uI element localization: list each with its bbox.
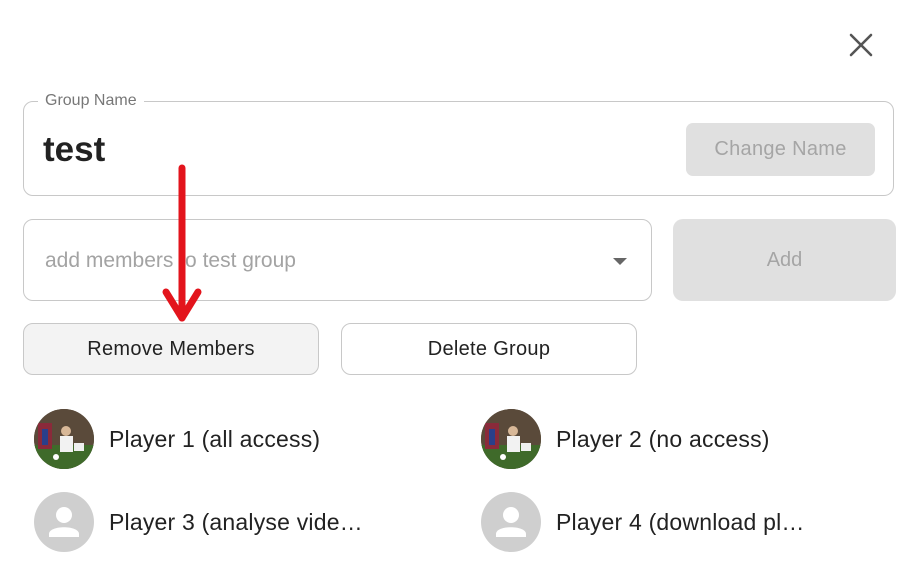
group-name-value: test	[43, 130, 106, 169]
member-item[interactable]: Player 3 (analyse vide…	[34, 491, 409, 553]
member-name: Player 3 (analyse vide…	[109, 508, 363, 535]
add-members-placeholder: add members to test group	[45, 249, 296, 272]
dropdown-caret-icon	[613, 258, 627, 265]
default-person-icon	[481, 492, 541, 552]
member-item[interactable]: Player 4 (download pl…	[481, 491, 886, 553]
member-name: Player 2 (no access)	[556, 425, 770, 452]
group-name-field: Group Name test Change Name	[23, 92, 894, 196]
default-person-icon	[34, 492, 94, 552]
close-button[interactable]	[846, 30, 876, 60]
remove-members-button[interactable]: Remove Members	[23, 323, 319, 375]
avatar	[34, 409, 94, 469]
change-name-button[interactable]: Change Name	[686, 123, 875, 176]
member-name: Player 4 (download pl…	[556, 508, 805, 535]
member-item[interactable]: Player 2 (no access)	[481, 408, 886, 470]
add-members-select[interactable]: add members to test group	[23, 219, 652, 301]
delete-group-button[interactable]: Delete Group	[341, 323, 637, 375]
member-name: Player 1 (all access)	[109, 425, 321, 452]
group-name-legend: Group Name	[38, 92, 144, 110]
avatar	[481, 409, 541, 469]
add-button[interactable]: Add	[673, 219, 896, 301]
close-icon	[849, 33, 873, 57]
member-item[interactable]: Player 1 (all access)	[34, 408, 409, 470]
